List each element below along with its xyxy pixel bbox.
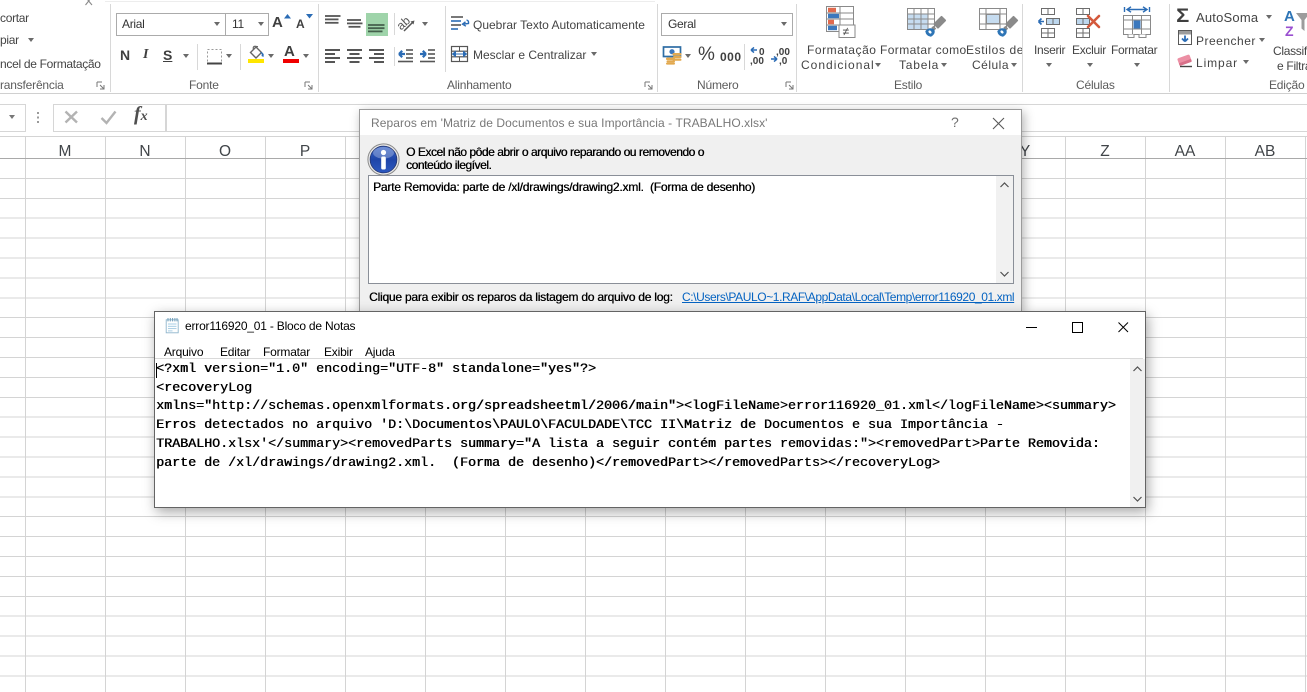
svg-text:≠: ≠ xyxy=(843,25,850,39)
svg-text:,00: ,00 xyxy=(750,56,764,67)
svg-text:,0: ,0 xyxy=(779,56,788,67)
svg-text:ab: ab xyxy=(394,13,414,33)
